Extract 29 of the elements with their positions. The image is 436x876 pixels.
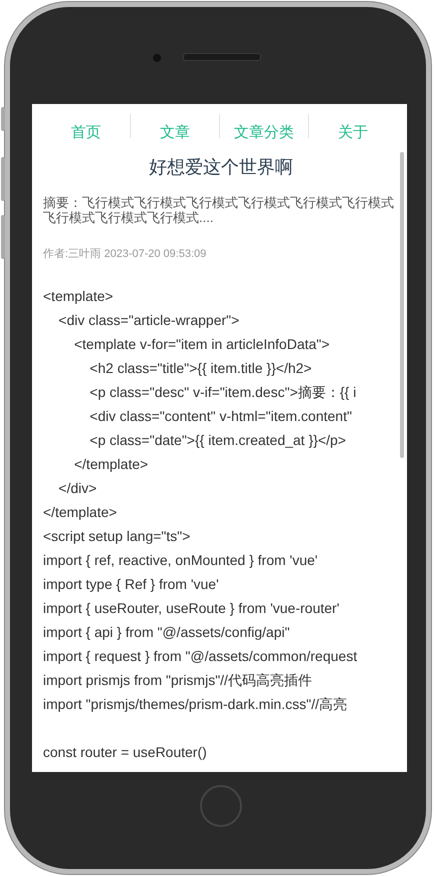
code-line: import { useRouter, useRoute } from 'vue-router' bbox=[43, 599, 340, 618]
code-line: <template> bbox=[43, 287, 114, 306]
code-line: <p class="date">{{ item.created_at }}</p> bbox=[88, 431, 347, 450]
article-title: 好想爱这个世界啊 bbox=[148, 156, 294, 179]
nav-link[interactable]: 关于 bbox=[309, 114, 397, 152]
camera-icon bbox=[153, 54, 161, 62]
code-line: </template> bbox=[43, 503, 118, 522]
nav-link[interactable]: 首页 bbox=[42, 114, 130, 152]
article-summary: 摘要：飞行模式飞行模式飞行模式飞行模式飞行模式飞行模式飞行模式飞行模式飞行模式.... bbox=[43, 195, 395, 225]
code-line: </div> bbox=[58, 479, 98, 498]
nav-link[interactable]: 文章 bbox=[131, 114, 219, 152]
code-line: <div class="article-wrapper"> bbox=[58, 311, 240, 330]
code-line: import prismjs from "prismjs"//代码高亮插件 bbox=[43, 671, 313, 690]
code-line: import type { Ref } from 'vue' bbox=[43, 575, 220, 594]
code-line: import "prismjs/themes/prism-dark.min.css"//高亮 bbox=[43, 695, 348, 714]
code-line: <template v-for="item in articleInfoData"> bbox=[73, 335, 331, 354]
code-line: <script setup lang="ts"> bbox=[43, 527, 192, 546]
scrollbar[interactable] bbox=[400, 152, 404, 458]
code-line: </template> bbox=[73, 455, 150, 474]
code-line: import { request } from "@/assets/common/request bbox=[43, 647, 358, 666]
code-line: <p class="desc" v-if="item.desc">摘要：{{ i bbox=[88, 383, 358, 402]
code-line: import { api } from "@/assets/config/api" bbox=[43, 623, 291, 642]
article-meta: 作者:三叶雨 2023-07-20 09:53:09 bbox=[43, 247, 208, 261]
code-line: <h2 class="title">{{ item.title }}</h2> bbox=[88, 359, 313, 378]
nav-link[interactable]: 文章分类 bbox=[220, 114, 308, 152]
home-button[interactable] bbox=[200, 785, 242, 827]
code-line: const router = useRouter() bbox=[43, 743, 208, 762]
code-line: import { ref, reactive, onMounted } from 'vue' bbox=[43, 551, 319, 570]
code-line: <div class="content" v-html="item.content" bbox=[88, 407, 353, 426]
